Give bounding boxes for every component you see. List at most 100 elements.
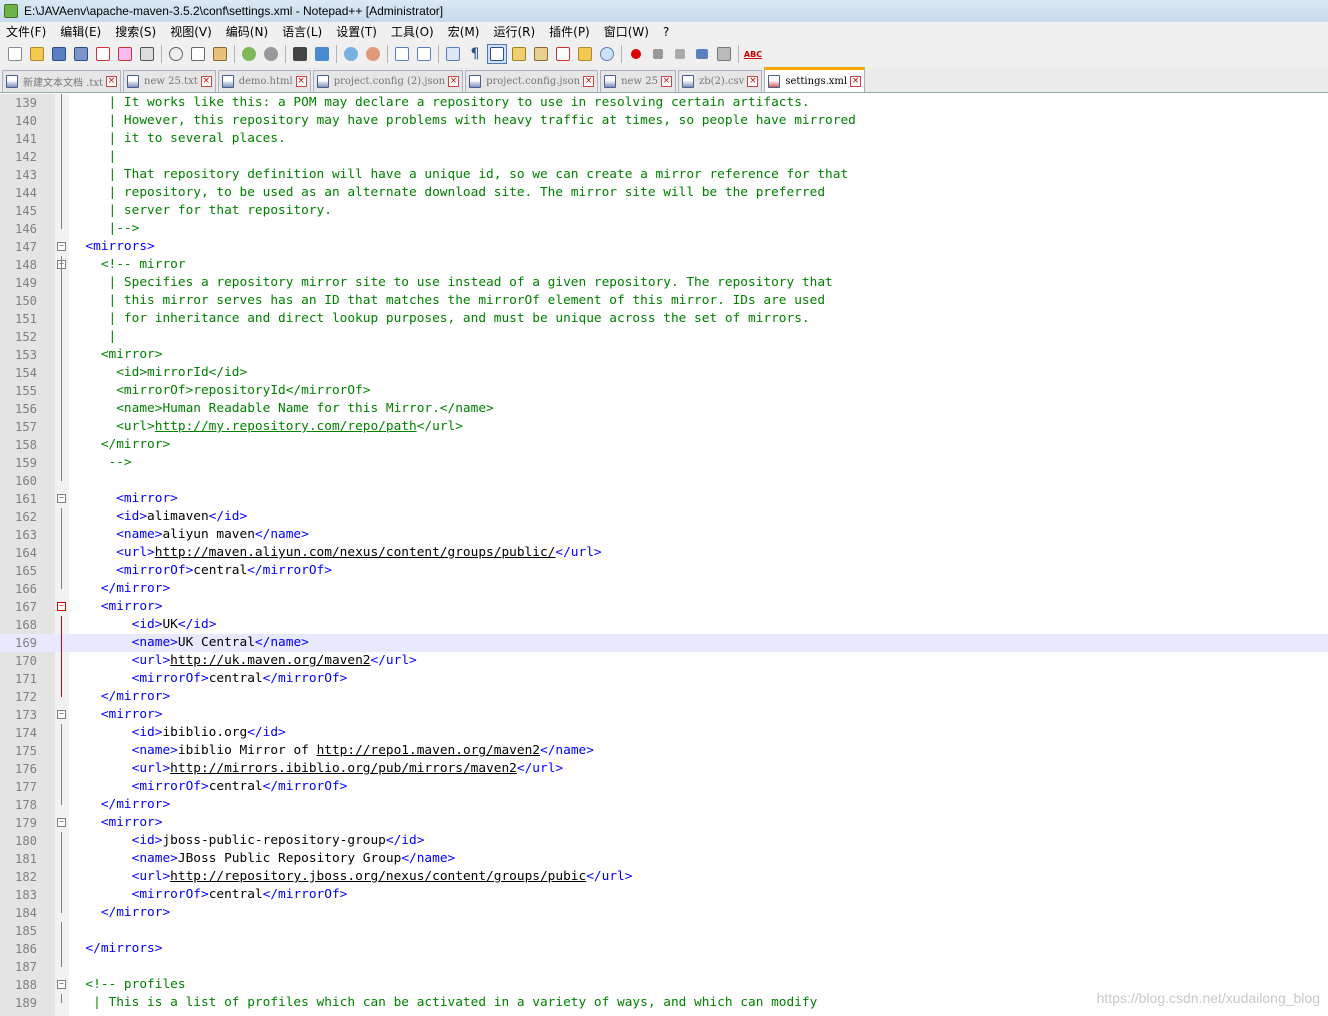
tab-2[interactable]: new 25.txt × (123, 70, 216, 92)
code-line[interactable]: 183 <mirrorOf>central</mirrorOf> (0, 886, 1328, 904)
code-line[interactable]: 141 | it to several places. (0, 130, 1328, 148)
macro-save-button[interactable] (714, 44, 734, 64)
code-line[interactable]: 175 <name>ibiblio Mirror of http://repo1… (0, 742, 1328, 760)
code-line[interactable]: 156 <name>Human Readable Name for this M… (0, 400, 1328, 418)
close-button[interactable] (93, 44, 113, 64)
editor[interactable]: 139 | It works like this: a POM may decl… (0, 94, 1328, 1016)
code-line[interactable]: 155 <mirrorOf>repositoryId</mirrorOf> (0, 382, 1328, 400)
show-all-chars-button[interactable]: ¶ (465, 44, 485, 64)
code-line[interactable]: 160 (0, 472, 1328, 490)
code-line[interactable]: 159 --> (0, 454, 1328, 472)
zoom-out-button[interactable] (363, 44, 383, 64)
tab-7[interactable]: zb(2).csv × (677, 70, 763, 92)
code-line[interactable]: 153 <mirror> (0, 346, 1328, 364)
code-line[interactable]: 182 <url>http://repository.jboss.org/nex… (0, 868, 1328, 886)
code-line[interactable]: 180 <id>jboss-public-repository-group</i… (0, 832, 1328, 850)
code-line[interactable]: 146 |--> (0, 220, 1328, 238)
tab-4[interactable]: project.config (2).json × (312, 70, 464, 92)
function-list-button[interactable] (553, 44, 573, 64)
menu-edit[interactable]: 编辑(E) (53, 23, 108, 40)
tab-close-icon[interactable]: × (200, 76, 212, 87)
macro-stop-button[interactable] (648, 44, 668, 64)
menu-encoding[interactable]: 编码(N) (219, 23, 275, 40)
code-line[interactable]: 147 <mirrors> (0, 238, 1328, 256)
word-wrap-button[interactable] (443, 44, 463, 64)
copy-button[interactable] (188, 44, 208, 64)
code-line[interactable]: 140 | However, this repository may have … (0, 112, 1328, 130)
code-line[interactable]: 167 <mirror> (0, 598, 1328, 616)
code-line[interactable]: 166 </mirror> (0, 580, 1328, 598)
paste-button[interactable] (210, 44, 230, 64)
menu-window[interactable]: 窗口(W) (597, 23, 656, 40)
fold-toggle-icon[interactable]: − (57, 242, 66, 251)
menu-plugins[interactable]: 插件(P) (542, 23, 597, 40)
code-line[interactable]: 143 | That repository definition will ha… (0, 166, 1328, 184)
code-line[interactable]: 158 </mirror> (0, 436, 1328, 454)
menu-search[interactable]: 搜索(S) (108, 23, 163, 40)
code-line[interactable]: 177 <mirrorOf>central</mirrorOf> (0, 778, 1328, 796)
code-line[interactable]: 181 <name>JBoss Public Repository Group<… (0, 850, 1328, 868)
fold-toggle-icon[interactable]: − (57, 494, 66, 503)
redo-button[interactable] (261, 44, 281, 64)
folder-workspace-button[interactable] (575, 44, 595, 64)
find-button[interactable] (290, 44, 310, 64)
undo-button[interactable] (239, 44, 259, 64)
menu-language[interactable]: 语言(L) (275, 23, 329, 40)
code-line[interactable]: 150 | this mirror serves has an ID that … (0, 292, 1328, 310)
fold-toggle-icon[interactable]: − (57, 710, 66, 719)
sync-horizontal-button[interactable] (414, 44, 434, 64)
code-line[interactable]: 139 | It works like this: a POM may decl… (0, 94, 1328, 112)
menu-file[interactable]: 文件(F) (0, 23, 53, 40)
save-button[interactable] (49, 44, 69, 64)
code-line[interactable]: 176 <url>http://mirrors.ibiblio.org/pub/… (0, 760, 1328, 778)
tab-close-icon[interactable]: × (850, 75, 862, 87)
code-line[interactable]: 184 </mirror> (0, 904, 1328, 922)
code-line[interactable]: 157 <url>http://my.repository.com/repo/p… (0, 418, 1328, 436)
tab-close-icon[interactable]: × (583, 76, 595, 87)
fold-toggle-icon[interactable]: − (57, 602, 66, 611)
tab-close-icon[interactable]: × (448, 76, 460, 87)
code-line[interactable]: 152 | (0, 328, 1328, 346)
tab-close-icon[interactable]: × (106, 76, 118, 87)
tab-close-icon[interactable]: × (295, 76, 307, 87)
code-line[interactable]: 149 | Specifies a repository mirror site… (0, 274, 1328, 292)
open-file-button[interactable] (27, 44, 47, 64)
indent-guide-button[interactable] (487, 44, 507, 64)
tab-3[interactable]: demo.html × (217, 70, 311, 92)
code-line[interactable]: 174 <id>ibiblio.org</id> (0, 724, 1328, 742)
code-line[interactable]: 163 <name>aliyun maven</name> (0, 526, 1328, 544)
code-line[interactable]: 179 <mirror> (0, 814, 1328, 832)
menu-help[interactable]: ? (656, 25, 676, 39)
menu-run[interactable]: 运行(R) (486, 23, 542, 40)
save-all-button[interactable] (71, 44, 91, 64)
spell-check-button[interactable]: ABC (743, 44, 763, 64)
code-line[interactable]: 161 <mirror> (0, 490, 1328, 508)
fold-toggle-icon[interactable]: − (57, 980, 66, 989)
fold-toggle-icon[interactable]: − (57, 818, 66, 827)
code-line[interactable]: 142 | (0, 148, 1328, 166)
tab-6[interactable]: new 25 × (600, 70, 676, 92)
menu-view[interactable]: 视图(V) (163, 23, 219, 40)
tab-close-icon[interactable]: × (660, 76, 672, 87)
code-line[interactable]: 172 </mirror> (0, 688, 1328, 706)
menu-tools[interactable]: 工具(O) (384, 23, 441, 40)
tab-close-icon[interactable]: × (747, 76, 759, 87)
tab-5[interactable]: project.config.json × (465, 70, 599, 92)
code-line[interactable]: 186 </mirrors> (0, 940, 1328, 958)
code-line[interactable]: 165 <mirrorOf>central</mirrorOf> (0, 562, 1328, 580)
code-line[interactable]: 169 <name>UK Central</name> (0, 634, 1328, 652)
code-line[interactable]: 151 | for inheritance and direct lookup … (0, 310, 1328, 328)
code-line[interactable]: 144 | repository, to be used as an alter… (0, 184, 1328, 202)
menu-macro[interactable]: 宏(M) (441, 23, 487, 40)
code-line[interactable]: 187 (0, 958, 1328, 976)
code-line[interactable]: 173 <mirror> (0, 706, 1328, 724)
code-line[interactable]: 148 <!-- mirror (0, 256, 1328, 274)
cut-button[interactable] (166, 44, 186, 64)
tab-8[interactable]: settings.xml × (764, 67, 866, 92)
macro-record-button[interactable] (626, 44, 646, 64)
replace-button[interactable] (312, 44, 332, 64)
new-file-button[interactable] (5, 44, 25, 64)
close-all-button[interactable] (115, 44, 135, 64)
code-line[interactable]: 170 <url>http://uk.maven.org/maven2</url… (0, 652, 1328, 670)
code-line[interactable]: 164 <url>http://maven.aliyun.com/nexus/c… (0, 544, 1328, 562)
